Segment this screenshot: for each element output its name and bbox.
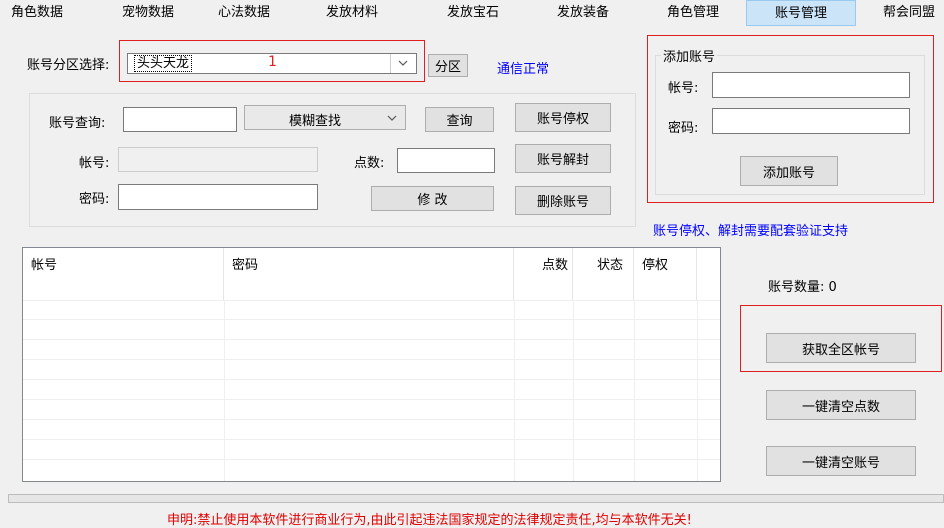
- table-row: [23, 300, 720, 301]
- modify-button[interactable]: 修 改: [371, 186, 494, 211]
- add-account-label: 帐号:: [668, 81, 699, 96]
- column-header-account[interactable]: 帐号: [23, 248, 224, 300]
- progress-bar: [8, 494, 944, 503]
- region-marker: 1: [268, 54, 277, 70]
- column-divider: [514, 300, 515, 481]
- points-label: 点数:: [354, 156, 385, 171]
- chevron-down-icon[interactable]: [385, 111, 399, 129]
- account-label: 帐号:: [79, 156, 110, 171]
- search-mode-value: 模糊查找: [289, 114, 342, 129]
- table-row: [23, 359, 720, 360]
- table-row: [23, 439, 720, 440]
- tab-pet-data[interactable]: 宠物数据: [122, 0, 174, 26]
- chevron-down-icon[interactable]: [396, 56, 410, 74]
- tab-guild-alliance[interactable]: 帮会同盟: [883, 0, 935, 26]
- suspend-note: 账号停权、解封需要配套验证支持: [653, 224, 849, 239]
- add-password-label: 密码:: [668, 121, 699, 136]
- tab-issue-materials[interactable]: 发放材料: [326, 0, 378, 26]
- add-account-group-title: 添加账号: [661, 46, 718, 65]
- footer-disclaimer: 申明:禁止使用本软件进行商业行为,由此引起违法国家规定的法律规定责任,均与本软件…: [167, 513, 692, 528]
- table-row: [23, 379, 720, 380]
- password-label: 密码:: [79, 192, 110, 207]
- accounts-table[interactable]: 帐号 密码 点数 状态 停权: [22, 247, 721, 482]
- tab-issue-equipment[interactable]: 发放装备: [557, 0, 609, 26]
- table-row: [23, 419, 720, 420]
- table-row: [23, 399, 720, 400]
- table-row: [23, 459, 720, 460]
- suspend-account-button[interactable]: 账号停权: [515, 103, 611, 132]
- column-divider: [697, 300, 698, 481]
- unlock-account-button[interactable]: 账号解封: [515, 144, 611, 173]
- search-input[interactable]: [123, 107, 237, 132]
- region-label: 账号分区选择:: [27, 58, 110, 73]
- column-divider: [634, 300, 635, 481]
- search-label: 账号查询:: [49, 116, 106, 131]
- tab-role-data[interactable]: 角色数据: [11, 0, 63, 26]
- tab-account-management[interactable]: 账号管理: [746, 0, 856, 26]
- tab-role-management[interactable]: 角色管理: [667, 0, 719, 26]
- clear-points-button[interactable]: 一键清空点数: [766, 390, 916, 420]
- table-row: [23, 339, 720, 340]
- add-password-input[interactable]: [712, 108, 910, 134]
- dropdown-divider: [390, 54, 391, 73]
- column-divider: [573, 300, 574, 481]
- connection-status: 通信正常: [497, 62, 550, 77]
- column-divider: [224, 300, 225, 481]
- add-account-input[interactable]: [712, 72, 910, 98]
- account-count: 账号数量: 0: [768, 280, 837, 295]
- column-header-password[interactable]: 密码: [224, 248, 514, 300]
- column-header-suspended[interactable]: 停权: [634, 248, 697, 300]
- query-button[interactable]: 查询: [425, 107, 494, 132]
- points-input[interactable]: [397, 148, 495, 173]
- region-select[interactable]: 头头天龙 1: [127, 53, 417, 74]
- fetch-all-accounts-button[interactable]: 获取全区帐号: [766, 333, 916, 363]
- clear-accounts-button[interactable]: 一键清空账号: [766, 446, 916, 476]
- account-field[interactable]: [118, 147, 318, 172]
- tab-mind-data[interactable]: 心法数据: [218, 0, 270, 26]
- region-selected-value: 头头天龙: [134, 55, 193, 72]
- tab-issue-gems[interactable]: 发放宝石: [447, 0, 499, 26]
- region-button[interactable]: 分区: [428, 54, 468, 77]
- password-input[interactable]: [118, 184, 318, 210]
- search-mode-select[interactable]: 模糊查找: [244, 105, 406, 130]
- table-row: [23, 319, 720, 320]
- add-account-button[interactable]: 添加账号: [740, 156, 838, 186]
- delete-account-button[interactable]: 删除账号: [515, 186, 611, 215]
- column-header-status[interactable]: 状态: [573, 248, 634, 300]
- column-header-points[interactable]: 点数: [514, 248, 573, 300]
